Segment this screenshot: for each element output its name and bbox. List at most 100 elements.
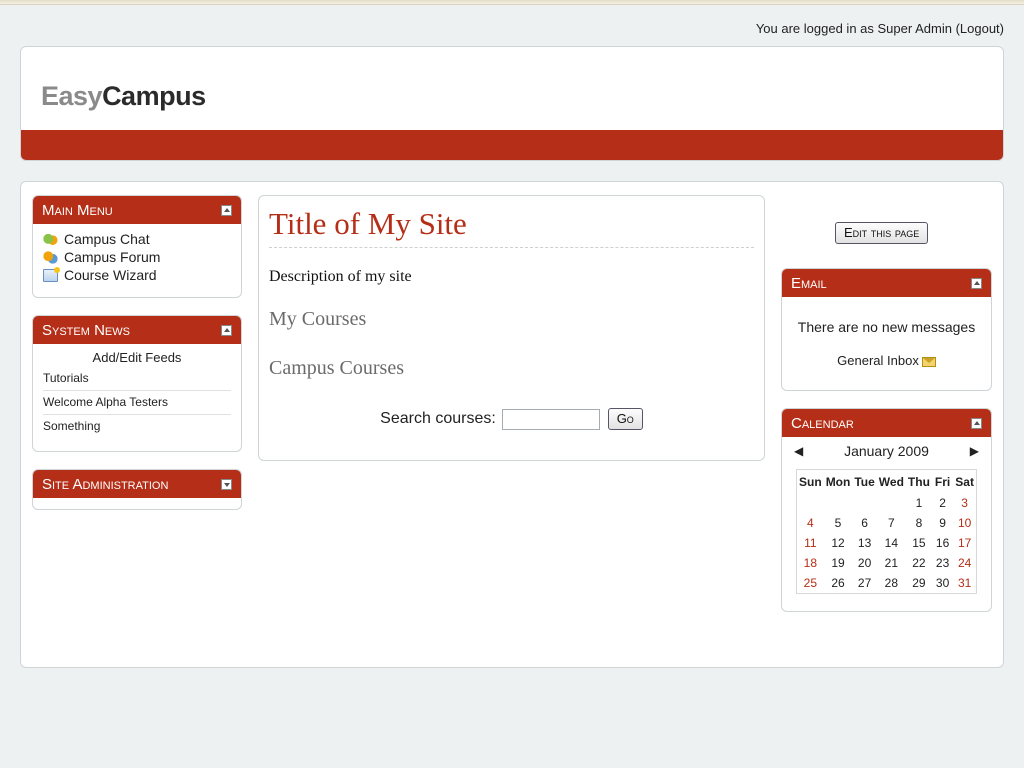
calendar-day[interactable]: 2 bbox=[932, 493, 953, 513]
calendar-day[interactable]: 6 bbox=[852, 513, 876, 533]
go-button[interactable]: Go bbox=[607, 408, 643, 430]
logout-link[interactable]: (Logout) bbox=[956, 21, 1004, 36]
site-title: Title of My Site bbox=[269, 206, 754, 248]
calendar-nav: ◀ January 2009 ▶ bbox=[782, 437, 991, 465]
weekday-header: Thu bbox=[907, 475, 930, 489]
weekday-header: Sat bbox=[955, 475, 974, 489]
site-logo[interactable]: EasyCampus bbox=[41, 81, 206, 112]
email-block: Email There are no new messages General … bbox=[781, 268, 992, 391]
system-news-block: System News Add/Edit Feeds Tutorials Wel… bbox=[32, 315, 242, 452]
expand-icon[interactable] bbox=[221, 479, 232, 490]
calendar-day[interactable]: 13 bbox=[852, 533, 876, 553]
calendar-day bbox=[877, 493, 906, 513]
calendar-day bbox=[824, 493, 853, 513]
calendar-grid: Sun Mon Tue Wed Thu Fri Sat 1 2 3 4 5 6 … bbox=[796, 469, 977, 594]
user-link[interactable]: Super Admin bbox=[878, 21, 952, 36]
calendar-week: 1 2 3 bbox=[797, 493, 977, 513]
next-month-icon[interactable]: ▶ bbox=[970, 437, 979, 465]
course-search: Search courses: Go bbox=[259, 408, 764, 430]
calendar-day bbox=[797, 493, 824, 513]
general-inbox-link[interactable]: General Inbox bbox=[782, 335, 991, 368]
calendar-day[interactable]: 31 bbox=[953, 573, 976, 593]
calendar-day[interactable]: 20 bbox=[852, 553, 876, 573]
login-prefix: You are logged in as bbox=[755, 21, 874, 36]
calendar-day[interactable]: 10 bbox=[953, 513, 976, 533]
campus-courses-heading: Campus Courses bbox=[269, 357, 404, 379]
main-menu-list: Campus Chat Campus Forum Course Wizard bbox=[33, 224, 241, 290]
system-news-header: System News bbox=[33, 316, 241, 344]
calendar-day[interactable]: 16 bbox=[932, 533, 953, 553]
news-list: Tutorials Welcome Alpha Testers Somethin… bbox=[43, 367, 231, 438]
calendar-day[interactable]: 4 bbox=[797, 513, 824, 533]
calendar-day[interactable]: 5 bbox=[824, 513, 853, 533]
menu-item-label: Campus Forum bbox=[64, 249, 161, 265]
site-description: Description of my site bbox=[269, 268, 412, 285]
menu-item-label: Course Wizard bbox=[64, 267, 157, 283]
calendar-day[interactable]: 28 bbox=[877, 573, 906, 593]
calendar-day[interactable]: 7 bbox=[877, 513, 906, 533]
logo-part2: Campus bbox=[102, 81, 206, 111]
collapse-icon[interactable] bbox=[221, 205, 232, 216]
weekday-header: Sun bbox=[799, 475, 822, 489]
calendar-week: 18 19 20 21 22 23 24 bbox=[797, 553, 977, 573]
calendar-day[interactable]: 14 bbox=[877, 533, 906, 553]
weekday-header: Tue bbox=[854, 475, 875, 489]
header-bar bbox=[21, 130, 1003, 160]
menu-item-campus-forum[interactable]: Campus Forum bbox=[43, 248, 231, 266]
collapse-icon[interactable] bbox=[221, 325, 232, 336]
calendar-day[interactable]: 8 bbox=[906, 513, 932, 533]
calendar-day[interactable]: 18 bbox=[797, 553, 824, 573]
add-edit-feeds-link[interactable]: Add/Edit Feeds bbox=[33, 344, 241, 367]
main-menu-header: Main Menu bbox=[33, 196, 241, 224]
search-input[interactable] bbox=[502, 408, 601, 430]
logo-part1: Easy bbox=[41, 81, 103, 111]
forum-icon bbox=[43, 250, 58, 264]
calendar-day[interactable]: 23 bbox=[932, 553, 953, 573]
prev-month-icon[interactable]: ◀ bbox=[794, 437, 803, 465]
calendar-day[interactable]: 29 bbox=[906, 573, 932, 593]
calendar-month[interactable]: January 2009 bbox=[844, 443, 929, 459]
collapse-icon[interactable] bbox=[971, 278, 982, 289]
site-admin-block: Site Administration bbox=[32, 469, 242, 510]
calendar-day[interactable]: 11 bbox=[797, 533, 824, 553]
email-body: There are no new messages General Inbox bbox=[782, 297, 991, 368]
calendar-day[interactable]: 17 bbox=[953, 533, 976, 553]
calendar-day[interactable]: 24 bbox=[953, 553, 976, 573]
collapse-icon[interactable] bbox=[971, 418, 982, 429]
calendar-day[interactable]: 25 bbox=[797, 573, 824, 593]
edit-page-button[interactable]: Edit this page bbox=[835, 222, 929, 244]
main-menu-block: Main Menu Campus Chat Campus Forum Cours… bbox=[32, 195, 242, 298]
email-title: Email bbox=[791, 275, 827, 292]
calendar-week: 11 12 13 14 15 16 17 bbox=[797, 533, 977, 553]
my-courses-heading: My Courses bbox=[269, 308, 367, 330]
news-item[interactable]: Something bbox=[43, 414, 231, 438]
menu-item-course-wizard[interactable]: Course Wizard bbox=[43, 266, 231, 284]
calendar-header: Calendar bbox=[782, 409, 991, 437]
menu-item-label: Campus Chat bbox=[64, 231, 150, 247]
calendar-block: Calendar ◀ January 2009 ▶ Sun Mon Tue We… bbox=[781, 408, 992, 612]
calendar-week: 25 26 27 28 29 30 31 bbox=[797, 573, 977, 593]
calendar-day[interactable]: 1 bbox=[906, 493, 932, 513]
calendar-day[interactable]: 15 bbox=[906, 533, 932, 553]
calendar-day[interactable]: 19 bbox=[824, 553, 853, 573]
calendar-day[interactable]: 12 bbox=[824, 533, 853, 553]
news-item[interactable]: Tutorials bbox=[43, 367, 231, 390]
calendar-day[interactable]: 21 bbox=[877, 553, 906, 573]
calendar-day[interactable]: 9 bbox=[932, 513, 953, 533]
main-menu-title: Main Menu bbox=[42, 202, 113, 219]
calendar-day[interactable]: 27 bbox=[852, 573, 876, 593]
calendar-day[interactable]: 3 bbox=[953, 493, 976, 513]
wizard-icon bbox=[43, 266, 60, 282]
weekday-header: Wed bbox=[878, 475, 904, 489]
menu-item-campus-chat[interactable]: Campus Chat bbox=[43, 230, 231, 248]
site-header: EasyCampus bbox=[20, 46, 1004, 161]
news-item[interactable]: Welcome Alpha Testers bbox=[43, 390, 231, 414]
calendar-day[interactable]: 26 bbox=[824, 573, 853, 593]
calendar-week: 4 5 6 7 8 9 10 bbox=[797, 513, 977, 533]
no-messages-text: There are no new messages bbox=[797, 319, 976, 335]
search-label: Search courses: bbox=[380, 410, 496, 428]
site-admin-header[interactable]: Site Administration bbox=[33, 470, 241, 498]
calendar-day[interactable]: 30 bbox=[932, 573, 953, 593]
calendar-day[interactable]: 22 bbox=[906, 553, 932, 573]
site-admin-title: Site Administration bbox=[42, 476, 169, 493]
